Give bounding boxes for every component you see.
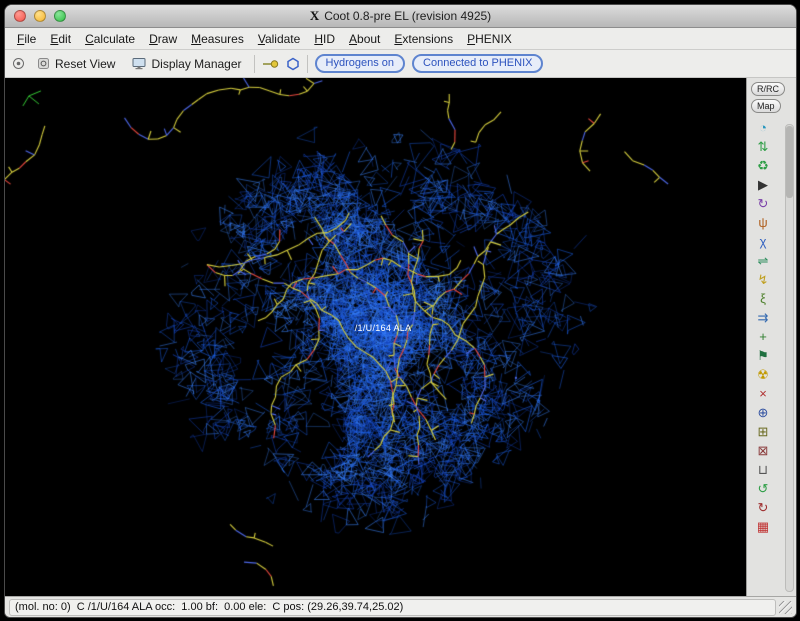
molecular-viewport[interactable]: /1/U/164 ALA <box>5 78 746 596</box>
display-manager-label: Display Manager <box>151 57 241 71</box>
menu-edit[interactable]: Edit <box>43 30 78 48</box>
rotamer-icon[interactable]: ψ <box>752 213 774 232</box>
zoom-button[interactable] <box>54 10 66 22</box>
hydrogens-toggle-button[interactable]: Hydrogens on <box>315 54 406 73</box>
go-to-atom-icon[interactable] <box>262 57 279 70</box>
window-title: X Coot 0.8-pre EL (revision 4925) <box>310 8 491 24</box>
sphere-refine-icon[interactable]: ◔ <box>752 118 774 137</box>
radiation-icon[interactable]: ☢ <box>752 365 774 384</box>
coot-window: X Coot 0.8-pre EL (revision 4925) FileEd… <box>4 4 797 618</box>
menu-about[interactable]: About <box>342 30 387 48</box>
mutate-icon[interactable]: ⇉ <box>752 308 774 327</box>
rotate-translate-icon[interactable]: ↻ <box>752 194 774 213</box>
flag-icon[interactable]: ⚑ <box>752 346 774 365</box>
color-grid-icon[interactable]: ▦ <box>752 517 774 536</box>
phenix-status-button[interactable]: Connected to PHENIX <box>412 54 543 73</box>
atom-icon[interactable]: ⊕ <box>752 403 774 422</box>
rrc-button[interactable]: R/RC <box>751 82 785 96</box>
sidechain-flip-icon[interactable]: ↯ <box>752 270 774 289</box>
plus-box-icon[interactable]: ⊞ <box>752 422 774 441</box>
close-button[interactable] <box>14 10 26 22</box>
reset-view-button[interactable]: Reset View <box>32 55 120 73</box>
menu-hid[interactable]: HID <box>307 30 342 48</box>
reset-view-icon <box>37 57 50 70</box>
recycle-icon[interactable]: ♻ <box>752 156 774 175</box>
right-toolbar-icons: ◔⇅♻▶↻ψχ⇌↯ξ⇉+⚑☢×⊕⊞⊠⊔↺↻▦ <box>750 118 776 536</box>
toolbar-separator <box>307 55 308 73</box>
minimize-button[interactable] <box>34 10 46 22</box>
redo-icon[interactable]: ↻ <box>752 498 774 517</box>
regularize-icon[interactable]: ⇅ <box>752 137 774 156</box>
menu-file[interactable]: File <box>10 30 43 48</box>
pointer-icon[interactable]: ▶ <box>752 175 774 194</box>
menu-calculate[interactable]: Calculate <box>78 30 142 48</box>
flip-peptide-icon[interactable]: ⇌ <box>752 251 774 270</box>
delete-icon[interactable]: ⊠ <box>752 441 774 460</box>
trash-icon[interactable]: ⊔ <box>752 460 774 479</box>
go-to-ligand-icon[interactable] <box>286 57 300 71</box>
display-manager-icon <box>132 57 146 70</box>
cross-tools-icon[interactable]: × <box>752 384 774 403</box>
map-button[interactable]: Map <box>751 99 781 113</box>
toolbar-separator <box>254 55 255 73</box>
display-manager-button[interactable]: Display Manager <box>127 55 246 73</box>
menu-validate[interactable]: Validate <box>251 30 308 48</box>
x11-icon: X <box>310 8 319 24</box>
menu-measures[interactable]: Measures <box>184 30 251 48</box>
menu-draw[interactable]: Draw <box>142 30 184 48</box>
right-toolbar: R/RC Map ◔⇅♻▶↻ψχ⇌↯ξ⇉+⚑☢×⊕⊞⊠⊔↺↻▦ <box>746 78 796 596</box>
toolbar: Reset View Display Manager Hydrogens on … <box>5 50 796 78</box>
menu-phenix[interactable]: PHENIX <box>460 30 519 48</box>
add-terminal-icon[interactable]: + <box>752 327 774 346</box>
toolbar-grip-icon[interactable] <box>12 57 25 70</box>
chi-angles-icon[interactable]: χ <box>752 232 774 251</box>
title-bar[interactable]: X Coot 0.8-pre EL (revision 4925) <box>5 5 796 28</box>
molecular-canvas[interactable] <box>5 78 746 596</box>
right-toolbar-scrollbar[interactable] <box>785 124 794 592</box>
status-bar: (mol. no: 0) C /1/U/164 ALA occ: 1.00 bf… <box>5 596 796 617</box>
undo-icon[interactable]: ↺ <box>752 479 774 498</box>
status-text: (mol. no: 0) C /1/U/164 ALA occ: 1.00 bf… <box>9 599 776 616</box>
menubar: FileEditCalculateDrawMeasuresValidateHID… <box>5 28 796 50</box>
window-title-text: Coot 0.8-pre EL (revision 4925) <box>324 9 491 23</box>
menu-extensions[interactable]: Extensions <box>387 30 460 48</box>
scrollbar-thumb[interactable] <box>786 126 793 198</box>
jed-flip-icon[interactable]: ξ <box>752 289 774 308</box>
resize-grip[interactable] <box>779 601 792 614</box>
reset-view-label: Reset View <box>55 57 115 71</box>
